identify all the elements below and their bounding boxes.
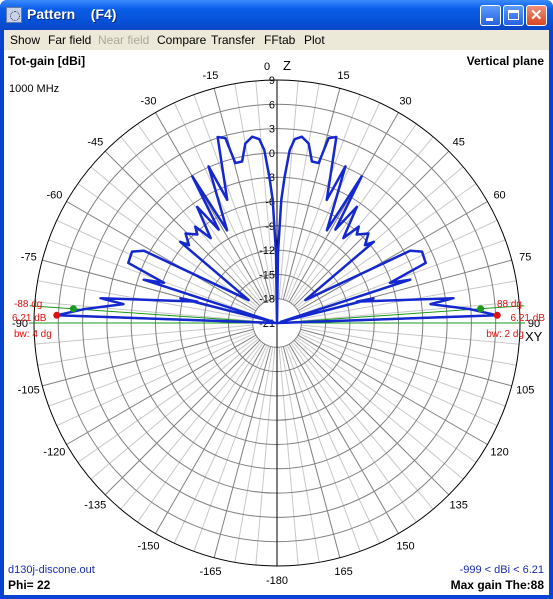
- menu-near-field: Near field: [98, 33, 150, 47]
- app-icon[interactable]: [6, 7, 22, 23]
- grid-radial: [282, 346, 341, 558]
- menu-fftab[interactable]: FFtab: [264, 33, 295, 47]
- angle-tick-label: -105: [18, 385, 40, 397]
- grid-radial: [90, 338, 259, 480]
- gain-tick-label: -12: [259, 245, 275, 257]
- close-button[interactable]: [526, 5, 547, 26]
- gain-tick-label: -18: [259, 294, 275, 306]
- angle-tick-label: -75: [21, 251, 37, 263]
- angle-tick-label: 75: [519, 251, 531, 263]
- grid-radial: [37, 326, 254, 366]
- grid-radial: [104, 150, 261, 307]
- grid-radial: [48, 330, 255, 407]
- angle-tick-label: -135: [84, 500, 106, 512]
- menu-plot[interactable]: Plot: [304, 33, 325, 47]
- grid-radial: [234, 346, 274, 563]
- right-bw-label: bw: 2 dg: [486, 329, 524, 340]
- angle-tick-label: -150: [137, 541, 159, 553]
- max-gain-label: Max gain The:88: [450, 578, 544, 592]
- angle-tick-label: -15: [203, 70, 219, 82]
- grid-radial: [292, 341, 434, 510]
- minimize-button[interactable]: [480, 5, 501, 26]
- grid-radial: [293, 150, 450, 307]
- pattern-window: Pattern (F4) Show Far field Near field C…: [0, 0, 553, 599]
- grid-radial: [34, 324, 253, 345]
- menu-transfer[interactable]: Transfer: [211, 33, 255, 47]
- angle-tick-label: 45: [453, 136, 465, 148]
- grid-radial: [300, 328, 512, 387]
- grid-radial: [300, 326, 517, 366]
- grid-radial: [280, 83, 320, 300]
- quantity-label: Tot-gain [dBi]: [8, 54, 86, 68]
- angle-tick-label: 165: [334, 566, 352, 578]
- grid-radial: [120, 341, 262, 510]
- angle-tick-label: -180: [266, 575, 288, 587]
- polar-plot: 0153045607590105120135150165-180-165-150…: [12, 58, 546, 587]
- angle-tick-label: 60: [493, 190, 505, 202]
- left-bw-label: bw: 4 dg: [14, 329, 52, 340]
- grid-radial: [290, 342, 417, 523]
- grid-radial: [42, 328, 254, 387]
- angle-tick-label: -165: [199, 566, 221, 578]
- gain-tick-label: -15: [259, 269, 275, 281]
- window-title: Pattern (F4): [27, 6, 117, 22]
- angle-tick-label: -45: [87, 136, 103, 148]
- frequency-label: 1000 MHz: [9, 83, 60, 95]
- right-gain-marker-label: 6.21 dB: [511, 313, 546, 324]
- left-angle-marker-label: -88 dg: [14, 299, 42, 310]
- angle-tick-label: -30: [141, 95, 157, 107]
- grid-radial: [296, 336, 477, 463]
- grid-radial: [299, 330, 506, 407]
- grid-radial: [193, 345, 270, 552]
- angle-tick-label: 0: [264, 61, 270, 73]
- right-angle-marker-label: 88 dg: [497, 299, 522, 310]
- angle-tick-label: 135: [450, 500, 468, 512]
- maximize-button[interactable]: [503, 5, 524, 26]
- grid-radial: [284, 345, 361, 552]
- angle-tick-label: 30: [399, 95, 411, 107]
- plot-area[interactable]: 0 15 30 45 60 75 90 105 120 135 150 165 -180 -165 -150…: [4, 50, 549, 595]
- grid-radial: [278, 347, 299, 566]
- menu-compare[interactable]: Compare: [157, 33, 206, 47]
- xy-axis-label: XY: [525, 329, 543, 344]
- angle-tick-label: 120: [490, 447, 508, 459]
- grid-radial: [293, 339, 450, 496]
- max-gain-marker: [493, 311, 501, 319]
- grid-radial: [213, 346, 272, 558]
- grid-radial: [255, 347, 276, 566]
- left-gain-marker-label: 6.21 dB: [12, 313, 47, 324]
- grid-radial: [295, 338, 464, 480]
- title-bar[interactable]: Pattern (F4): [0, 0, 553, 30]
- gain-tick-label: 9: [269, 75, 275, 87]
- angle-tick-label: -60: [46, 190, 62, 202]
- z-axis-label: Z: [283, 58, 291, 73]
- menu-bar: Show Far field Near field Compare Transf…: [4, 30, 549, 50]
- gain-tick-label: 0: [269, 148, 275, 160]
- menu-show[interactable]: Show: [10, 33, 40, 47]
- file-name: d130j-discone.out: [8, 564, 95, 576]
- beamwidth-marker: [477, 305, 485, 313]
- angle-tick-label: 15: [337, 70, 349, 82]
- grid-radial: [280, 346, 320, 563]
- grid-radial: [104, 339, 261, 496]
- angle-tick-label: 105: [516, 385, 534, 397]
- phi-label: Phi= 22: [8, 578, 51, 592]
- plane-label: Vertical plane: [466, 54, 544, 68]
- grid-radial: [234, 83, 274, 300]
- grid-radial: [137, 342, 264, 523]
- gain-tick-label: 6: [269, 99, 275, 111]
- beamwidth-marker: [69, 305, 77, 313]
- max-gain-marker: [53, 311, 61, 319]
- angle-tick-label: 150: [396, 541, 414, 553]
- angle-tick-label: -120: [43, 447, 65, 459]
- menu-far-field[interactable]: Far field: [48, 33, 91, 47]
- grid-radial: [77, 336, 258, 463]
- gain-tick-label: 3: [269, 124, 275, 136]
- gain-range: -999 < dBi < 6.21: [459, 564, 544, 576]
